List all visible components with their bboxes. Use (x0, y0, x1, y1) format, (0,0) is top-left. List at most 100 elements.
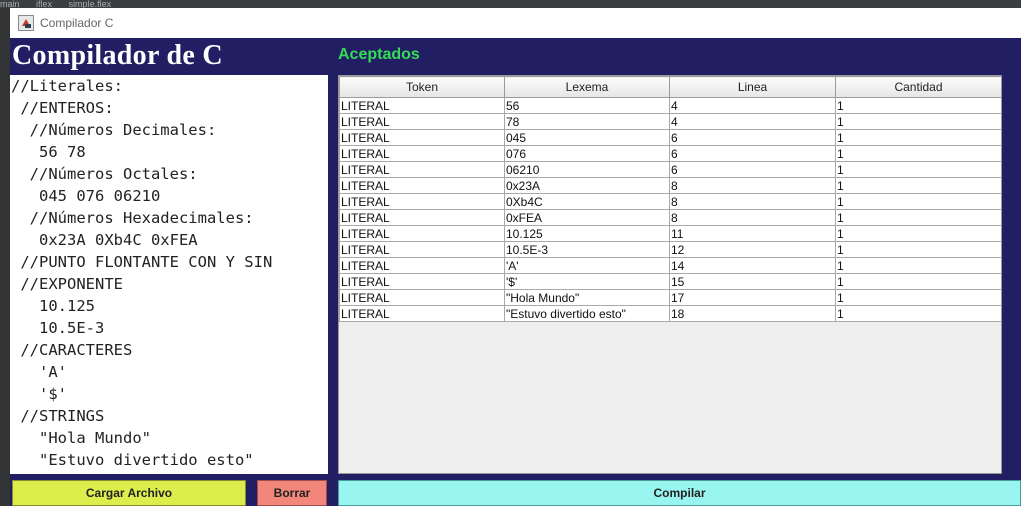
cell-lexema: 0xFEA (504, 209, 670, 226)
cell-lexema: "Estuvo divertido esto" (504, 305, 670, 322)
ide-tab-main: main (0, 0, 20, 8)
cell-token: LITERAL (339, 177, 505, 194)
table-row[interactable]: LITERAL 0Xb4C 8 1 (339, 193, 1001, 210)
code-line: 10.5E-3 (11, 319, 105, 337)
column-header-cantidad[interactable]: Cantidad (835, 76, 1001, 98)
cell-cantidad: 1 (835, 129, 1001, 146)
cell-lexema: 10.125 (504, 225, 670, 242)
cell-token: LITERAL (339, 97, 505, 114)
table-row[interactable]: LITERAL 78 4 1 (339, 113, 1001, 130)
cell-lexema: 06210 (504, 161, 670, 178)
code-line: //ENTEROS: (11, 99, 114, 117)
cell-cantidad: 1 (835, 273, 1001, 290)
cell-cantidad: 1 (835, 145, 1001, 162)
cell-lexema: "Hola Mundo" (504, 289, 670, 306)
cell-linea: 8 (669, 193, 836, 210)
code-line: //Números Hexadecimales: (11, 209, 254, 227)
cell-linea: 12 (669, 241, 836, 258)
table-row[interactable]: LITERAL 10.125 11 1 (339, 225, 1001, 242)
cell-linea: 18 (669, 305, 836, 322)
accepted-label: Aceptados (338, 46, 420, 63)
app-window: Compilador C Compilador de C Aceptados /… (10, 8, 1021, 506)
cell-linea: 6 (669, 161, 836, 178)
cell-token: LITERAL (339, 113, 505, 130)
code-line: 10.125 (11, 297, 95, 315)
cell-linea: 4 (669, 113, 836, 130)
code-line: 56 78 (11, 143, 86, 161)
cell-linea: 8 (669, 209, 836, 226)
column-header-token[interactable]: Token (339, 76, 505, 98)
cell-lexema: 56 (504, 97, 670, 114)
cell-cantidad: 1 (835, 209, 1001, 226)
cell-cantidad: 1 (835, 305, 1001, 322)
cell-cantidad: 1 (835, 161, 1001, 178)
code-line: //PUNTO FLONTANTE CON Y SIN (11, 253, 273, 271)
ide-breadcrumb-bar: main iflex simple.flex (0, 0, 1021, 8)
code-line: //Números Decimales: (11, 121, 217, 139)
table-row[interactable]: LITERAL 56 4 1 (339, 97, 1001, 114)
code-line: //EXPONENTE (11, 275, 123, 293)
table-row[interactable]: LITERAL 06210 6 1 (339, 161, 1001, 178)
ide-left-gutter (0, 8, 10, 506)
tokens-table: Token Lexema Linea Cantidad LITERAL 56 4 1 LITE… (339, 76, 1001, 322)
cell-token: LITERAL (339, 273, 505, 290)
cell-linea: 6 (669, 129, 836, 146)
code-line: "Hola Mundo" (11, 429, 151, 447)
column-header-linea[interactable]: Linea (669, 76, 836, 98)
code-line: 'A' (11, 363, 67, 381)
table-row[interactable]: LITERAL "Hola Mundo" 17 1 (339, 289, 1001, 306)
cell-token: LITERAL (339, 209, 505, 226)
ide-tab-simple-flex: simple.flex (68, 0, 112, 8)
main-panel: Compilador de C Aceptados //Literales: /… (10, 38, 1021, 506)
cell-lexema: 78 (504, 113, 670, 130)
table-row[interactable]: LITERAL 045 6 1 (339, 129, 1001, 146)
compile-button[interactable]: Compilar (338, 480, 1021, 506)
cell-cantidad: 1 (835, 177, 1001, 194)
cell-token: LITERAL (339, 145, 505, 162)
cell-token: LITERAL (339, 241, 505, 258)
right-margin (1008, 75, 1021, 474)
table-row[interactable]: LITERAL 0xFEA 8 1 (339, 209, 1001, 226)
table-row[interactable]: LITERAL 'A' 14 1 (339, 257, 1001, 274)
java-app-icon (18, 15, 34, 31)
cell-cantidad: 1 (835, 289, 1001, 306)
window-title: Compilador C (40, 16, 114, 30)
cell-linea: 17 (669, 289, 836, 306)
cell-cantidad: 1 (835, 225, 1001, 242)
table-body: LITERAL 56 4 1 LITERAL 78 4 1 LITERAL 045 6 1 LITERA… (339, 97, 1001, 322)
cell-linea: 6 (669, 145, 836, 162)
window-titlebar[interactable]: Compilador C (10, 8, 1021, 38)
load-file-button[interactable]: Cargar Archivo (12, 480, 246, 506)
code-line: //STRINGS (11, 407, 105, 425)
table-row[interactable]: LITERAL '$' 15 1 (339, 273, 1001, 290)
cell-token: LITERAL (339, 305, 505, 322)
cell-lexema: '$' (504, 273, 670, 290)
cell-cantidad: 1 (835, 193, 1001, 210)
source-editor[interactable]: //Literales: //ENTEROS: //Números Decima… (10, 75, 328, 474)
table-row[interactable]: LITERAL "Estuvo divertido esto" 18 1 (339, 305, 1001, 322)
code-line: 045 076 06210 (11, 187, 161, 205)
cell-cantidad: 1 (835, 241, 1001, 258)
column-header-lexema[interactable]: Lexema (504, 76, 670, 98)
table-row[interactable]: LITERAL 10.5E-3 12 1 (339, 241, 1001, 258)
code-line: //Números Octales: (11, 165, 198, 183)
cell-linea: 8 (669, 177, 836, 194)
cell-lexema: 'A' (504, 257, 670, 274)
cell-lexema: 0Xb4C (504, 193, 670, 210)
cell-token: LITERAL (339, 161, 505, 178)
brand-title: Compilador de C (12, 40, 223, 71)
cell-cantidad: 1 (835, 97, 1001, 114)
cell-token: LITERAL (339, 225, 505, 242)
cell-linea: 15 (669, 273, 836, 290)
cell-token: LITERAL (339, 193, 505, 210)
cell-cantidad: 1 (835, 113, 1001, 130)
code-line: //Literales: (11, 77, 123, 95)
cell-linea: 4 (669, 97, 836, 114)
clear-button[interactable]: Borrar (257, 480, 327, 506)
cell-linea: 11 (669, 225, 836, 242)
table-row[interactable]: LITERAL 076 6 1 (339, 145, 1001, 162)
table-row[interactable]: LITERAL 0x23A 8 1 (339, 177, 1001, 194)
table-header-row: Token Lexema Linea Cantidad (339, 76, 1001, 98)
cell-token: LITERAL (339, 257, 505, 274)
cell-lexema: 076 (504, 145, 670, 162)
